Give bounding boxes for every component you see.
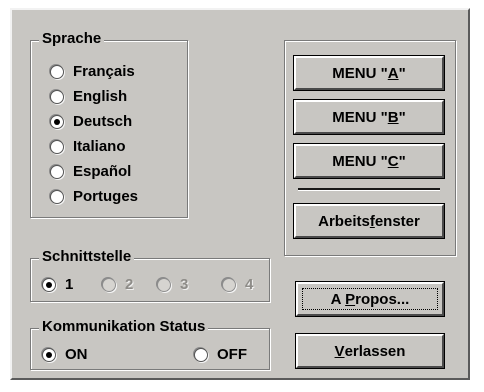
radio-button-icon[interactable] — [50, 89, 64, 104]
button-label-hotkey: B — [387, 108, 399, 126]
status-option-label: OFF — [217, 346, 247, 363]
radio-button-icon[interactable] — [50, 164, 64, 179]
language-option-english[interactable]: English — [50, 88, 127, 105]
radio-button-checked-icon[interactable] — [42, 347, 56, 362]
language-option-label: Portuges — [73, 188, 139, 205]
button-label-hotkey: V — [334, 342, 345, 360]
exit-button[interactable]: Verlassen — [295, 333, 445, 369]
language-option-francais[interactable]: Français — [50, 63, 135, 80]
button-label-prefix: Arbeits — [318, 212, 370, 230]
interface-option-3: 3 — [157, 276, 188, 293]
button-label-hotkey: A — [387, 64, 399, 82]
language-option-italiano[interactable]: Italiano — [50, 138, 126, 155]
work-window-button[interactable]: Arbeits f enster — [293, 203, 445, 239]
language-option-espanol[interactable]: Español — [50, 163, 131, 180]
about-button[interactable]: A Propos... — [295, 281, 445, 317]
language-option-label: Italiano — [73, 138, 126, 155]
radio-button-disabled-icon — [222, 277, 236, 292]
button-label-suffix: " — [398, 152, 406, 170]
menu-c-button[interactable]: MENU " C " — [293, 143, 445, 179]
interface-option-label: 1 — [65, 276, 74, 293]
settings-dialog: Sprache Français English Deutsch Italian… — [10, 8, 470, 380]
button-label-hotkey: C — [387, 152, 399, 170]
status-option-label: ON — [65, 346, 88, 363]
button-label-suffix: " — [398, 108, 406, 126]
interface-option-label: 3 — [180, 276, 189, 293]
button-label-suffix: ropos... — [355, 290, 410, 308]
radio-button-icon[interactable] — [194, 347, 208, 362]
button-label-suffix: enster — [374, 212, 420, 230]
menu-b-button[interactable]: MENU " B " — [293, 99, 445, 135]
button-label-suffix: erlassen — [344, 342, 406, 360]
radio-button-checked-icon[interactable] — [50, 114, 64, 129]
language-option-portuges[interactable]: Portuges — [50, 188, 138, 205]
button-label-prefix: A — [330, 290, 346, 308]
language-option-label: Français — [73, 63, 135, 80]
button-label-hotkey: P — [345, 290, 356, 308]
button-label-suffix: " — [398, 64, 406, 82]
radio-button-icon[interactable] — [50, 189, 64, 204]
radio-button-disabled-icon — [102, 277, 116, 292]
radio-button-disabled-icon — [157, 277, 171, 292]
button-label-prefix: MENU " — [332, 64, 388, 82]
menu-separator — [298, 188, 440, 191]
interface-option-4: 4 — [222, 276, 253, 293]
interface-group-title: Schnittstelle — [39, 248, 135, 265]
language-option-label: Deutsch — [73, 113, 133, 130]
status-option-on[interactable]: ON — [42, 346, 88, 363]
interface-option-label: 2 — [125, 276, 134, 293]
radio-button-icon[interactable] — [50, 139, 64, 154]
button-label-prefix: MENU " — [332, 108, 388, 126]
menu-a-button[interactable]: MENU " A " — [293, 55, 445, 91]
language-option-deutsch[interactable]: Deutsch — [50, 113, 132, 130]
interface-option-1[interactable]: 1 — [42, 276, 73, 293]
radio-button-icon[interactable] — [50, 64, 64, 79]
radio-button-checked-icon[interactable] — [42, 277, 56, 292]
language-option-label: Español — [73, 163, 132, 180]
button-label-prefix: MENU " — [332, 152, 388, 170]
interface-option-2: 2 — [102, 276, 133, 293]
interface-option-label: 4 — [245, 276, 254, 293]
status-option-off[interactable]: OFF — [194, 346, 247, 363]
language-option-label: English — [73, 88, 128, 105]
status-group-title: Kommunikation Status — [39, 318, 209, 335]
language-group-title: Sprache — [39, 30, 105, 47]
